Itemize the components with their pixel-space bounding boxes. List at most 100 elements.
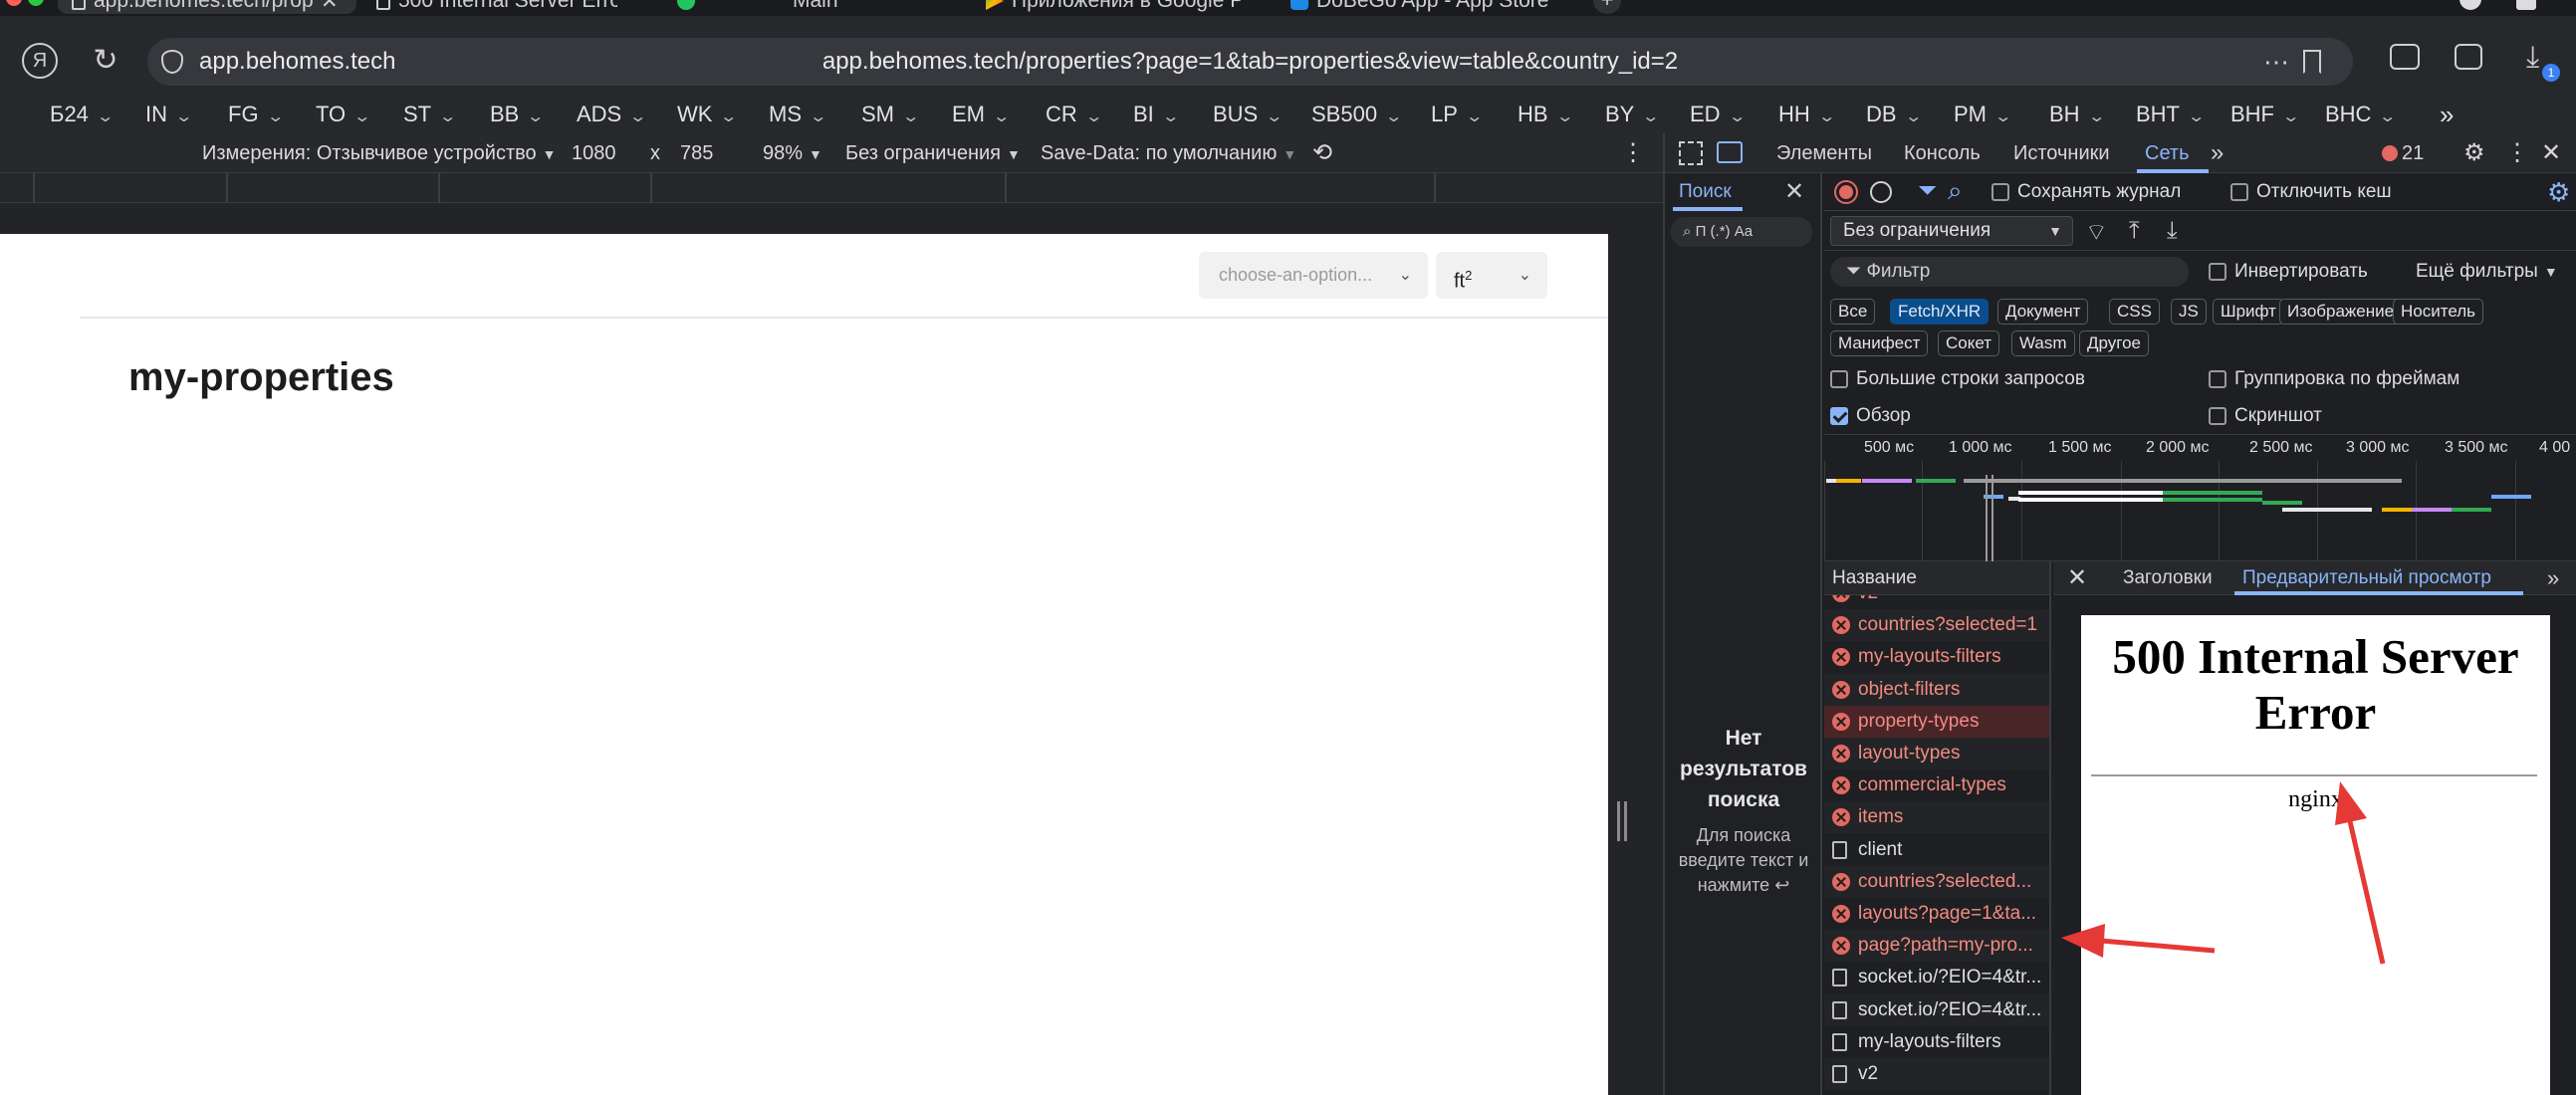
bookmark-folder[interactable]: CR ⌄ [1046,94,1103,138]
bookmark-folder[interactable]: HH ⌄ [1778,94,1836,138]
tab-active[interactable]: app.behomes.tech/prop ✕ [58,0,356,14]
bookmark-folder[interactable]: FG ⌄ [228,94,285,138]
kebab-menu-icon[interactable]: ⋮ [1621,133,1645,173]
window-zoom-dot[interactable] [28,0,44,6]
request-row[interactable]: countries?selected=1 [1824,609,2049,642]
bookmark-folder[interactable]: BHT ⌄ [2136,94,2206,138]
new-tab-button[interactable]: + [1593,0,1621,14]
record-icon[interactable] [1836,182,1856,202]
width-field[interactable]: 1080 [572,133,616,173]
bookmark-folder[interactable]: TO ⌄ [316,94,371,138]
url-text[interactable]: app.behomes.tech/properties?page=1&tab=p… [147,38,2353,86]
type-filter-chip[interactable]: Шрифт [2213,299,2284,325]
more-bookmarks-icon[interactable]: » [2440,94,2454,135]
wifi-settings-icon[interactable]: ⌔ [2085,217,2108,247]
tab-500-error[interactable]: 500 Internal Server Error [376,0,635,14]
bookmark-folder[interactable]: LP ⌄ [1431,94,1484,138]
bookmark-folder[interactable]: PM ⌄ [1954,94,2012,138]
translate-icon[interactable] [2455,44,2482,70]
name-column-header[interactable]: Название [1824,561,2049,595]
reload-icon[interactable]: ↻ [88,43,123,79]
request-row[interactable]: socket.io/?EIO=4&tr... [1824,993,2049,1026]
filter-input[interactable]: ⏷ Фильтр [1830,257,2189,287]
type-filter-chip[interactable]: Носитель [2393,299,2483,325]
height-field[interactable]: 785 [680,133,713,173]
device-mode-icon[interactable] [1717,141,1743,163]
type-filter-chip[interactable]: Сокет [1938,330,2000,356]
request-row[interactable]: commercial-types [1824,769,2049,801]
request-row[interactable]: countries?selected... [1824,865,2049,898]
invert-checkbox[interactable] [2209,263,2226,281]
type-filter-chip[interactable]: Все [1830,299,1876,325]
unit-select[interactable]: ft2 ⌄ [1436,252,1547,299]
rotate-icon[interactable]: ⟲ [1312,133,1332,173]
more-tabs-icon[interactable]: » [2211,133,2224,173]
close-icon[interactable]: ✕ [2067,561,2087,595]
tab-headers[interactable]: Заголовки [2123,561,2213,595]
bookmark-folder[interactable]: IN ⌄ [145,94,193,138]
bookmark-folder[interactable]: EM ⌄ [952,94,1011,138]
search-input[interactable]: ⌕ П (.*) Aa [1671,217,1812,247]
more-icon[interactable]: ⋯ [2263,46,2289,78]
address-bar[interactable]: app.behomes.tech app.behomes.tech/proper… [147,38,2353,86]
bookmark-folder[interactable]: HB ⌄ [1518,94,1574,138]
clear-icon[interactable] [1870,181,1892,203]
request-row[interactable]: property-types [1824,705,2049,738]
bookmark-folder[interactable]: MS ⌄ [769,94,827,138]
gear-icon[interactable]: ⚙ [2463,133,2485,173]
type-filter-chip[interactable]: Wasm [2011,330,2075,356]
save-data-select[interactable]: Save-Data: по умолчанию ▼ [1041,133,1296,174]
bell-icon[interactable] [2516,0,2536,10]
bookmark-folder[interactable]: SM ⌄ [861,94,920,138]
type-filter-chip[interactable]: CSS [2109,299,2160,325]
request-row[interactable]: my-layouts-filters [1824,641,2049,673]
type-filter-chip[interactable]: Документ [1997,299,2089,325]
bookmark-folder[interactable]: BHF ⌄ [2230,94,2300,138]
window-close-dot[interactable] [6,0,22,6]
bookmark-folder[interactable]: ADS ⌄ [577,94,647,138]
bookmark-folder[interactable]: ED ⌄ [1690,94,1747,138]
request-row[interactable]: layouts?page=1&ta... [1824,898,2049,930]
more-tabs-icon[interactable]: » [2547,561,2559,595]
profile-icon[interactable] [2459,0,2481,10]
downloads-icon[interactable]: ⤓ [2526,42,2539,74]
screenshot-checkbox[interactable] [2209,407,2226,425]
bookmark-folder[interactable]: DB ⌄ [1866,94,1923,138]
type-filter-chip[interactable]: Другое [2079,330,2150,356]
bookmark-folder[interactable]: Б24 ⌄ [50,94,115,138]
gear-icon[interactable]: ⚙ [2547,177,2570,208]
viewport-resize-handle[interactable] [1617,801,1627,841]
kebab-menu-icon[interactable]: ⋮ [2505,133,2529,173]
more-filters-button[interactable]: Ещё фильтры ▼ [2416,261,2558,283]
screenshot-icon[interactable] [2390,44,2420,70]
group-frames-checkbox[interactable] [2209,370,2226,388]
error-counter[interactable]: 21 [2382,133,2424,173]
close-icon[interactable]: ✕ [1784,173,1804,211]
request-row[interactable]: page?path=my-pro... [1824,930,2049,963]
request-row[interactable]: socket.io/?EIO=4&tr... [1824,962,2049,993]
bookmark-folder[interactable]: BB ⌄ [490,94,545,138]
tab-elements[interactable]: Элементы [1776,133,1872,173]
tab-console[interactable]: Консоль [1904,133,1981,173]
bookmark-folder[interactable]: BUS ⌄ [1213,94,1284,138]
type-filter-chip[interactable]: Манифест [1830,330,1929,356]
request-row[interactable]: client [1824,834,2049,866]
bookmark-folder[interactable]: BHC ⌄ [2325,94,2398,138]
type-filter-chip[interactable]: Изображение [2279,299,2403,325]
bookmark-folder[interactable]: SB500 ⌄ [1311,94,1403,138]
close-icon[interactable]: ✕ [321,0,339,14]
tab-preview[interactable]: Предварительный просмотр [2242,561,2491,595]
filter-icon[interactable]: ⏷ [1918,177,1937,205]
type-filter-chip[interactable]: JS [2171,299,2207,325]
bookmark-folder[interactable]: BH ⌄ [2049,94,2106,138]
overview-checkbox[interactable] [1830,407,1848,425]
preserve-log-checkbox[interactable] [1991,183,2009,201]
bookmark-folder[interactable]: BY ⌄ [1605,94,1660,138]
close-icon[interactable]: ✕ [2541,133,2561,173]
network-throttle-select[interactable]: Без ограничения ▼ [1830,216,2073,246]
upload-icon[interactable]: ⤒ [2129,217,2140,245]
bookmark-folder[interactable]: BI ⌄ [1133,94,1180,138]
bookmark-folder[interactable]: WK ⌄ [677,94,739,138]
tab-sources[interactable]: Источники [2013,133,2110,173]
options-select[interactable]: choose-an-option... ⌄ [1199,252,1428,299]
